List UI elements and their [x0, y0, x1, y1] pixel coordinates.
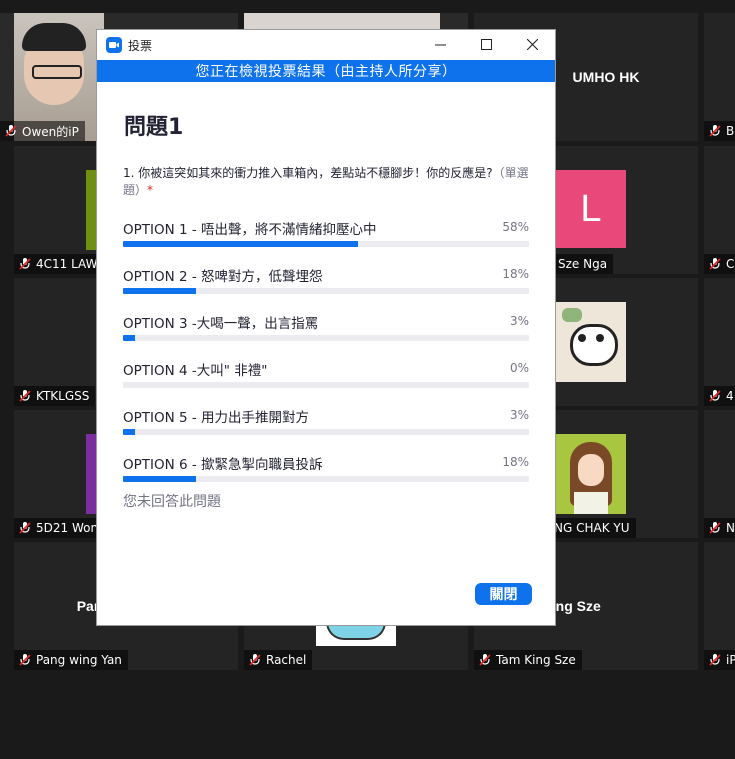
poll-option-1: OPTION 1 - 唔出聲，將不滿情緒抑壓心中 58% — [123, 218, 529, 247]
participant-name: KTKLGSS — [36, 389, 90, 403]
result-bar-fill — [123, 288, 197, 294]
question-title: 問題1 — [124, 115, 184, 140]
poll-option-2: OPTION 2 - 怒啤對方，低聲埋怨 18% — [123, 265, 529, 294]
participant-label: 4C11 LAW — [14, 254, 104, 274]
muted-mic-icon — [479, 654, 491, 666]
option-label: OPTION 6 - 撳緊急掣向職員投訴 — [123, 457, 323, 473]
poll-option-4: OPTION 4 -大叫" 非禮" 0% — [123, 359, 529, 388]
participant-name: iP — [726, 653, 735, 667]
muted-mic-icon — [19, 390, 31, 402]
minimize-icon — [434, 44, 446, 45]
poll-results-dialog: 投票 您正在檢視投票結果（由主持人所分享） 問題1 1. 你被這突如其來的衝力推… — [96, 29, 556, 626]
window-close-button[interactable] — [509, 30, 555, 58]
required-mark: * — [147, 183, 154, 197]
muted-mic-icon — [19, 258, 31, 270]
option-label: OPTION 5 - 用力出手推開對方 — [123, 410, 310, 426]
result-bar-fill — [123, 335, 136, 341]
video-tile-c[interactable]: C — [704, 146, 735, 274]
muted-mic-icon — [5, 125, 17, 137]
result-bar-fill — [123, 429, 136, 435]
participant-name: Bo — [726, 124, 735, 138]
participant-name: NG CHAK YU — [554, 521, 630, 535]
result-bar-track — [123, 288, 529, 294]
option-label: OPTION 2 - 怒啤對方，低聲埋怨 — [123, 269, 323, 285]
dialog-titlebar[interactable]: 投票 — [97, 30, 555, 60]
zoom-app-icon — [106, 37, 122, 53]
participant-name: Rachel — [266, 653, 307, 667]
question-text: 1. 你被這突如其來的衝力推入車箱內，差點站不穩腳步！你的反應是?（單選題）* — [123, 165, 533, 199]
poll-option-6: OPTION 6 - 撳緊急掣向職員投訴 18% — [123, 453, 529, 482]
muted-mic-icon — [709, 654, 721, 666]
participant-label: iP — [704, 650, 735, 670]
video-tile-4[interactable]: 4 — [704, 278, 735, 406]
option-percentage: 0% — [509, 361, 529, 375]
option-percentage: 18% — [502, 455, 529, 469]
poll-option-5: OPTION 5 - 用力出手推開對方 3% — [123, 406, 529, 435]
participant-label: Rachel — [244, 650, 313, 670]
participant-label: 4 — [704, 386, 735, 406]
muted-mic-icon — [709, 522, 721, 534]
minimize-button[interactable] — [417, 30, 463, 58]
video-tile-bo[interactable]: Bo — [704, 13, 735, 141]
avatar: L — [556, 170, 626, 248]
participant-name: C — [726, 257, 735, 271]
result-bar-track — [123, 241, 529, 247]
participant-name: Sze Nga — [558, 257, 608, 271]
not-answered-note: 您未回答此問題 — [123, 494, 221, 510]
option-percentage: 58% — [502, 220, 529, 234]
video-tile-n[interactable]: N — [704, 410, 735, 538]
participant-label: Tam King Sze — [474, 650, 582, 670]
participant-label: C — [704, 254, 735, 274]
participant-name: 5D21 Won — [36, 521, 99, 535]
maximize-button[interactable] — [463, 30, 509, 58]
close-button[interactable]: 關閉 — [475, 583, 532, 605]
question-body: 1. 你被這突如其來的衝力推入車箱內，差點站不穩腳步！你的反應是? — [123, 166, 493, 180]
option-percentage: 3% — [509, 314, 529, 328]
muted-mic-icon — [709, 125, 721, 137]
participant-label: Pang wing Yan — [14, 650, 128, 670]
shared-results-banner: 您正在檢視投票結果（由主持人所分享） — [97, 60, 555, 82]
muted-mic-icon — [709, 258, 721, 270]
participant-picture — [556, 302, 626, 382]
result-bar-fill — [123, 476, 197, 482]
participant-name: 4C11 LAW — [36, 257, 98, 271]
dialog-title: 投票 — [128, 38, 153, 53]
result-bar-fill — [123, 241, 359, 247]
muted-mic-icon — [19, 654, 31, 666]
result-bar-track — [123, 335, 529, 341]
participant-label: KTKLGSS — [14, 386, 96, 406]
participant-name: Pang wing Yan — [36, 653, 122, 667]
muted-mic-icon — [709, 390, 721, 402]
close-icon — [526, 38, 538, 50]
participant-name: N — [726, 521, 735, 535]
participant-label: N — [704, 518, 735, 538]
participant-label: 5D21 Won — [14, 518, 105, 538]
muted-mic-icon — [249, 654, 261, 666]
option-label: OPTION 4 -大叫" 非禮" — [123, 363, 268, 379]
participant-label: Sze Nga — [554, 254, 614, 274]
video-tile-ip[interactable]: iP — [704, 542, 735, 670]
participant-name: Tam King Sze — [496, 653, 576, 667]
participant-label: Owen的iP — [0, 121, 85, 141]
option-label: OPTION 3 -大喝一聲，出言指罵 — [123, 316, 319, 332]
maximize-icon — [480, 38, 492, 50]
participant-label: Bo — [704, 121, 735, 141]
participant-label: NG CHAK YU — [554, 518, 636, 538]
option-percentage: 3% — [509, 408, 529, 422]
result-bar-track — [123, 429, 529, 435]
muted-mic-icon — [19, 522, 31, 534]
result-bar-track — [123, 382, 529, 388]
option-label: OPTION 1 - 唔出聲，將不滿情緒抑壓心中 — [123, 222, 377, 238]
participant-name: Owen的iP — [22, 124, 79, 139]
poll-option-3: OPTION 3 -大喝一聲，出言指罵 3% — [123, 312, 529, 341]
result-bar-track — [123, 476, 529, 482]
participant-name: 4 — [726, 389, 734, 403]
participant-picture — [556, 434, 626, 514]
option-percentage: 18% — [502, 267, 529, 281]
